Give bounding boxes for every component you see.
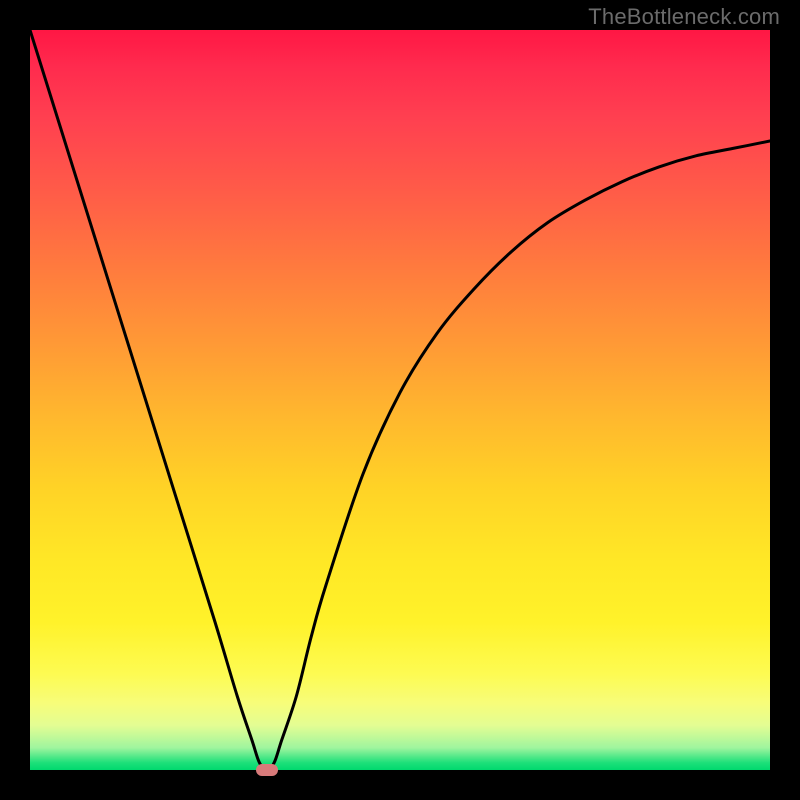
chart-container: TheBottleneck.com — [0, 0, 800, 800]
plot-area — [30, 30, 770, 770]
watermark-text: TheBottleneck.com — [588, 4, 780, 30]
curve-svg — [30, 30, 770, 770]
minimum-marker — [256, 764, 278, 776]
bottleneck-curve — [30, 30, 770, 770]
